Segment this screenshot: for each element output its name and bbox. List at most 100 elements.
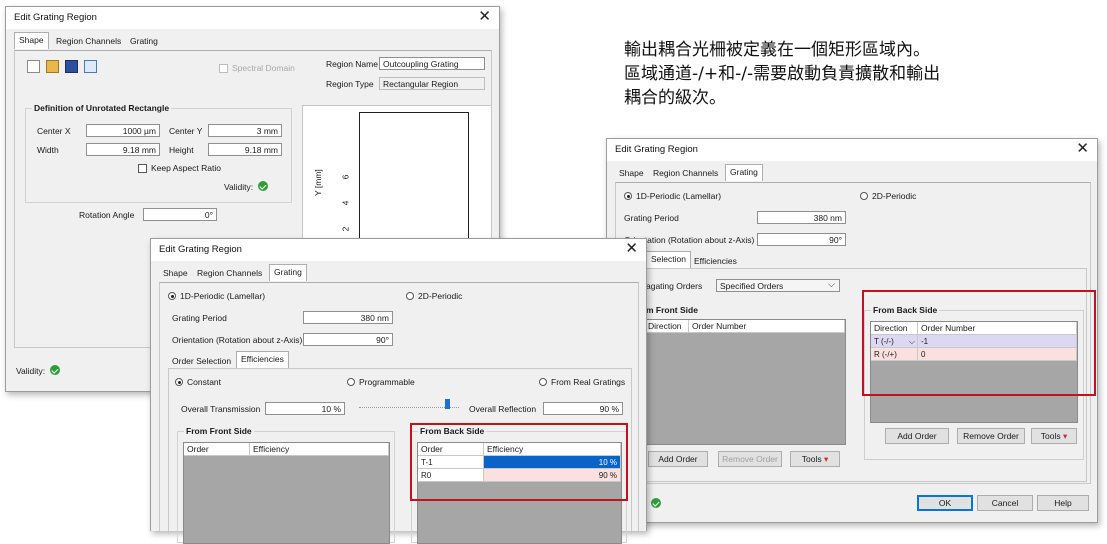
help-button[interactable]: Help (1037, 495, 1089, 511)
tab-shape[interactable]: Shape (14, 32, 49, 49)
dialog-order-selection: Edit Grating Region ✕ Shape Region Chann… (606, 138, 1098, 523)
subtab-strip: Selection Efficiencies (646, 251, 846, 268)
grating-period-field[interactable]: 380 nm (757, 211, 846, 224)
orientation-field[interactable]: 90° (303, 333, 393, 346)
tab-efficiencies[interactable]: Efficiencies (236, 351, 289, 368)
zoom-icon[interactable] (84, 60, 97, 73)
check-icon (651, 498, 661, 508)
tab-grating[interactable]: Grating (725, 164, 763, 181)
label-2d-periodic: 2D-Periodic (418, 291, 463, 301)
radio-constant[interactable] (175, 378, 183, 386)
spectral-domain-label: Spectral Domain (232, 63, 295, 73)
tab-strip: Shape Region Channels Grating (159, 264, 637, 282)
tab-grating[interactable]: Grating (126, 34, 162, 48)
front-col-direction: Direction (645, 320, 689, 333)
width-label: Width (37, 145, 59, 155)
rotation-angle-field[interactable]: 0° (143, 208, 217, 221)
radio-2d-periodic[interactable] (406, 292, 414, 300)
tab-region-channels[interactable]: Region Channels (193, 266, 266, 280)
check-icon (258, 181, 268, 191)
open-folder-icon[interactable] (46, 60, 59, 73)
back-tools-button[interactable]: Tools ▾ (1031, 428, 1077, 444)
tab-order-selection[interactable]: Selection (646, 251, 691, 268)
status-validity-label: Validity: (16, 366, 46, 376)
label-constant: Constant (187, 377, 222, 387)
close-icon[interactable]: ✕ (1076, 140, 1089, 158)
height-field[interactable]: 9.18 mm (208, 143, 282, 156)
region-name-field[interactable]: Outcoupling Grating (379, 57, 485, 70)
radio-1d-periodic[interactable] (624, 192, 632, 200)
overall-reflection-label: Overall Reflection (469, 404, 537, 414)
grating-period-label: Grating Period (172, 313, 227, 323)
annotation-line-1: 輸出耦合光柵被定義在一個矩形區域內。 (624, 40, 930, 60)
tools-icon: ▾ (1062, 431, 1068, 441)
grating-period-field[interactable]: 380 nm (303, 311, 393, 324)
chevron-down-icon[interactable]: ⌵ (828, 279, 835, 290)
annotation-line-2: 區域通道-/+和-/-需要啟動負責擴散和輸出 (624, 64, 941, 84)
dialog-title: Edit Grating Region (14, 12, 97, 23)
region-type-label: Region Type (326, 79, 374, 89)
spectral-domain-checkbox[interactable] (219, 64, 228, 73)
tab-region-channels[interactable]: Region Channels (649, 166, 722, 180)
radio-from-real-gratings[interactable] (539, 378, 547, 386)
grating-panel: 1D-Periodic (Lamellar) 2D-Periodic Grati… (615, 182, 1096, 484)
close-icon[interactable]: ✕ (625, 240, 638, 258)
ok-button[interactable]: OK (917, 495, 973, 511)
label-from-real-gratings: From Real Gratings (551, 377, 626, 387)
tab-region-channels[interactable]: Region Channels (52, 34, 125, 48)
cancel-button[interactable]: Cancel (977, 495, 1033, 511)
front-add-order-button[interactable]: Add Order (648, 451, 708, 467)
propagating-orders-select[interactable]: Specified Orders (716, 279, 840, 292)
front-col-order-number: Order Number (689, 320, 845, 333)
orientation-field[interactable]: 90° (757, 233, 846, 246)
orientation-label: Orientation (Rotation about z-Axis) (172, 335, 303, 345)
height-label: Height (169, 145, 194, 155)
tab-strip: Shape Region Channels Grating (615, 164, 1089, 182)
back-add-order-button[interactable]: Add Order (885, 428, 949, 444)
rotation-angle-label: Rotation Angle (79, 210, 135, 220)
radio-1d-periodic[interactable] (168, 292, 176, 300)
region-type-field: Rectangular Region (379, 77, 485, 90)
tab-efficiencies[interactable]: Efficiencies (690, 254, 741, 268)
label-2d-periodic: 2D-Periodic (872, 191, 917, 201)
front-remove-order-button[interactable]: Remove Order (718, 451, 782, 467)
front-side-title: From Front Side (184, 426, 254, 436)
front-tools-button[interactable]: Tools ▾ (790, 451, 840, 467)
title-bar: Edit Grating Region ✕ (607, 139, 1097, 161)
tab-order-selection[interactable]: Order Selection (168, 354, 235, 368)
propagating-orders-label: agating Orders (646, 281, 703, 291)
overall-transmission-field[interactable]: 10 % (265, 402, 345, 415)
new-file-icon[interactable] (27, 60, 40, 73)
center-y-label: Center Y (169, 126, 203, 136)
width-field[interactable]: 9.18 mm (86, 143, 160, 156)
front-side-title: m Front Side (646, 305, 698, 315)
plot-tick-4: 4 (340, 200, 351, 206)
radio-programmable[interactable] (347, 378, 355, 386)
tab-strip: Shape Region Channels Grating (14, 32, 490, 50)
back-remove-order-button[interactable]: Remove Order (957, 428, 1025, 444)
overall-reflection-field[interactable]: 90 % (543, 402, 623, 415)
tab-grating[interactable]: Grating (269, 264, 307, 281)
grating-period-label: Grating Period (624, 213, 679, 223)
plot-tick-6: 6 (340, 174, 351, 180)
region-name-label: Region Name (326, 59, 378, 69)
title-bar: Edit Grating Region ✕ (151, 239, 646, 261)
center-y-field[interactable]: 3 mm (208, 124, 282, 137)
efficiency-slider-handle[interactable] (445, 399, 450, 409)
efficiency-slider-track[interactable] (359, 407, 459, 410)
save-icon[interactable] (65, 60, 78, 73)
keep-aspect-checkbox[interactable] (138, 164, 147, 173)
label-1d-periodic: 1D-Periodic (Lamellar) (180, 291, 266, 301)
highlight-back-side (410, 423, 628, 501)
center-x-field[interactable]: 1000 µm (86, 124, 160, 137)
front-col-order: Order (184, 443, 250, 456)
tab-shape[interactable]: Shape (159, 266, 192, 280)
tab-shape[interactable]: Shape (615, 166, 648, 180)
title-bar: Edit Grating Region ✕ (6, 7, 499, 29)
close-icon[interactable]: ✕ (478, 8, 491, 26)
dialog-title: Edit Grating Region (159, 244, 242, 255)
overall-transmission-label: Overall Transmission (181, 404, 261, 414)
radio-2d-periodic[interactable] (860, 192, 868, 200)
check-icon (50, 365, 60, 375)
tools-label: Tools (801, 454, 822, 464)
